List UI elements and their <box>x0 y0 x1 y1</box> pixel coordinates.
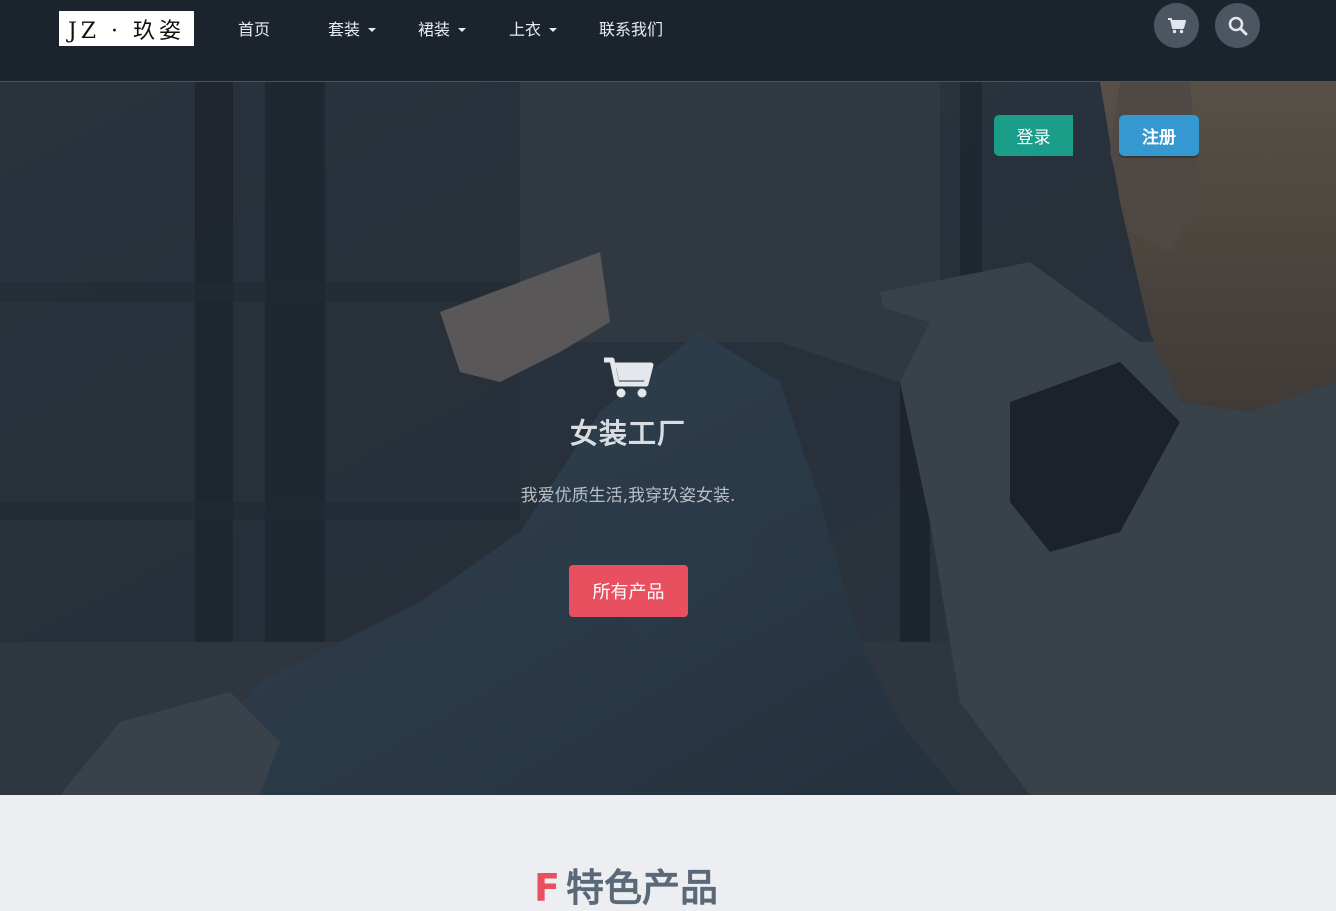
heading-text: 特色产品 <box>565 866 718 910</box>
nav-item-label: 联系我们 <box>599 20 664 39</box>
hero-title: 女装工厂 <box>569 417 686 450</box>
hero-subtitle: 我爱优质生活,我穿玖姿女装. <box>520 486 736 506</box>
caret-down-icon <box>549 28 558 32</box>
hero-banner: 登录 注册 女装工厂 我爱优质生活,我穿玖姿女装. 所有产品 <box>0 82 1336 795</box>
top-navbar: JZ · 玖姿 首页 套装 裙装 上衣 联系我们 <box>0 0 1336 82</box>
featured-heading: F 特色产品 <box>534 865 718 911</box>
featured-section: F 特色产品 <box>0 795 1336 910</box>
cart-icon <box>604 357 654 398</box>
caret-down-icon <box>368 28 377 32</box>
nav-item-dresses[interactable]: 裙装 <box>418 18 467 42</box>
login-button[interactable]: 登录 <box>994 115 1073 156</box>
heading-initial: F <box>534 866 560 910</box>
nav-item-label: 裙装 <box>418 20 451 39</box>
nav-item-contact[interactable]: 联系我们 <box>599 18 663 42</box>
search-icon <box>1228 16 1247 35</box>
nav-item-label: 首页 <box>238 20 271 39</box>
caret-down-icon <box>458 28 467 32</box>
nav-item-label: 套装 <box>328 20 361 39</box>
nav-item-home[interactable]: 首页 <box>238 18 270 42</box>
nav-item-suits[interactable]: 套装 <box>328 18 377 42</box>
cart-button[interactable] <box>1154 3 1199 48</box>
brand-logo[interactable]: JZ · 玖姿 <box>59 11 194 46</box>
all-products-button[interactable]: 所有产品 <box>569 565 688 617</box>
cart-icon <box>1167 17 1186 33</box>
nav-item-label: 上衣 <box>509 20 542 39</box>
register-button[interactable]: 注册 <box>1119 115 1199 156</box>
nav-item-tops[interactable]: 上衣 <box>509 18 558 42</box>
search-button[interactable] <box>1215 3 1260 48</box>
